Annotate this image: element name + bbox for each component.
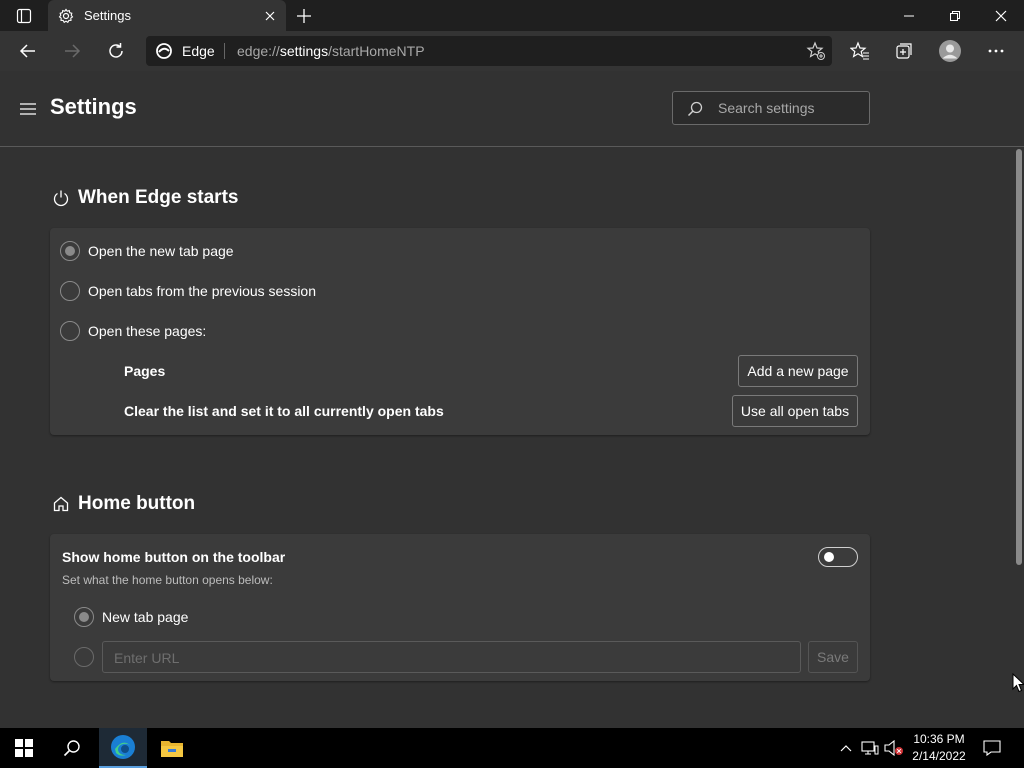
minimize-button[interactable] [886,0,932,31]
arrow-right-icon [65,44,81,58]
tab-settings[interactable]: Settings [48,0,286,31]
mouse-cursor-icon [1012,673,1024,693]
navigation-bar: Edge edge://settings/startHomeNTP [0,31,1024,71]
more-horizontal-icon [988,49,1004,53]
profile-button[interactable] [934,35,966,67]
url-placeholder: Enter URL [114,650,180,666]
tab-actions-button[interactable] [8,0,40,31]
startup-section-heading: When Edge starts [52,187,238,209]
windows-logo-icon [15,739,33,757]
radio-label: Open the new tab page [88,243,234,259]
restore-button[interactable] [932,0,978,31]
hamburger-icon [20,103,36,115]
favorites-button[interactable] [844,35,876,67]
clock-time: 10:36 PM [913,732,965,746]
home-button-toggle[interactable] [818,547,858,567]
section-title: When Edge starts [78,187,239,208]
save-button[interactable]: Save [808,641,858,673]
home-icon [53,496,69,512]
notifications-icon[interactable] [982,738,1002,758]
radio-label: New tab page [102,609,189,625]
url-path: /startHomeNTP [328,43,425,59]
site-identity-label: Edge [182,43,215,59]
tab-bar: Settings [0,0,1024,31]
home-url-input[interactable]: Enter URL [102,641,801,673]
chevron-up-icon[interactable] [836,738,856,758]
clock-date: 2/14/2022 [912,749,966,763]
favorites-icon [850,41,869,60]
toggle-knob [824,552,834,562]
add-favorite-icon[interactable] [806,41,826,61]
radio-new-tab-page[interactable]: Open the new tab page [60,241,234,261]
new-tab-button[interactable] [292,4,316,28]
use-all-open-tabs-button[interactable]: Use all open tabs [732,395,858,427]
refresh-button[interactable] [100,35,132,67]
home-subtitle: Set what the home button opens below: [62,573,273,587]
radio-home-new-tab[interactable]: New tab page [74,607,188,627]
pages-label: Pages [124,363,166,379]
scrollbar-thumb[interactable] [1016,149,1022,565]
section-title: Home button [78,493,196,514]
minimize-icon [904,15,914,16]
page-title: Settings [50,94,137,119]
radio-home-custom-url[interactable] [74,647,94,667]
address-bar[interactable]: Edge edge://settings/startHomeNTP [146,36,832,66]
window-close-button[interactable] [978,0,1024,31]
radio-label: Open these pages: [88,323,207,339]
taskbar-file-explorer-button[interactable] [148,728,196,768]
radio-previous-session[interactable]: Open tabs from the previous session [60,281,316,301]
radio-button[interactable] [60,281,80,301]
search-icon [63,740,80,757]
plus-icon [297,9,311,23]
collections-icon [896,43,912,59]
gear-icon [58,8,74,24]
tab-actions-icon [16,8,32,23]
radio-open-these-pages[interactable]: Open these pages: [60,321,206,341]
radio-button[interactable] [74,647,94,667]
taskbar: 10:36 PM 2/14/2022 [0,728,1024,768]
search-input[interactable]: Search settings [672,91,870,125]
url-text: edge://settings/startHomeNTP [237,43,425,59]
folder-icon [161,741,183,757]
radio-button[interactable] [60,321,80,341]
power-icon [53,190,69,207]
refresh-icon [109,43,123,58]
menu-button[interactable] [17,98,39,120]
settings-more-button[interactable] [980,35,1012,67]
url-prefix: edge:// [237,43,280,59]
forward-button[interactable] [56,35,88,67]
collections-button[interactable] [888,35,920,67]
start-button[interactable] [0,728,48,768]
omnibox-divider [224,43,225,59]
search-icon [687,101,703,117]
search-placeholder: Search settings [718,100,815,116]
taskbar-search-button[interactable] [48,728,96,768]
url-host: settings [279,43,329,59]
clear-list-label: Clear the list and set it to all current… [124,403,444,419]
arrow-left-icon [19,44,35,58]
edge-logo-icon [156,43,172,59]
close-icon[interactable] [262,8,278,24]
home-section-heading: Home button [52,493,195,515]
scrollbar[interactable] [1014,147,1024,728]
radio-label: Open tabs from the previous session [88,283,317,299]
volume-muted-icon[interactable] [884,738,904,758]
avatar [939,40,961,62]
tab-title: Settings [84,8,131,23]
restore-icon [950,10,960,21]
back-button[interactable] [12,35,44,67]
edge-browser-icon [111,735,135,759]
taskbar-edge-button[interactable] [99,728,147,768]
radio-button[interactable] [74,607,94,627]
settings-page: Settings Search settings When Edge start… [0,71,1024,728]
add-new-page-button[interactable]: Add a new page [738,355,858,387]
network-icon[interactable] [860,738,880,758]
close-icon [995,10,1007,21]
radio-button[interactable] [60,241,80,261]
startup-card: Open the new tab page Open tabs from the… [50,228,870,435]
home-button-card: Show home button on the toolbar Set what… [50,534,870,681]
page-header: Settings Search settings [0,71,1024,147]
taskbar-clock[interactable]: 10:36 PM 2/14/2022 [906,731,972,765]
home-toggle-label: Show home button on the toolbar [62,549,286,565]
